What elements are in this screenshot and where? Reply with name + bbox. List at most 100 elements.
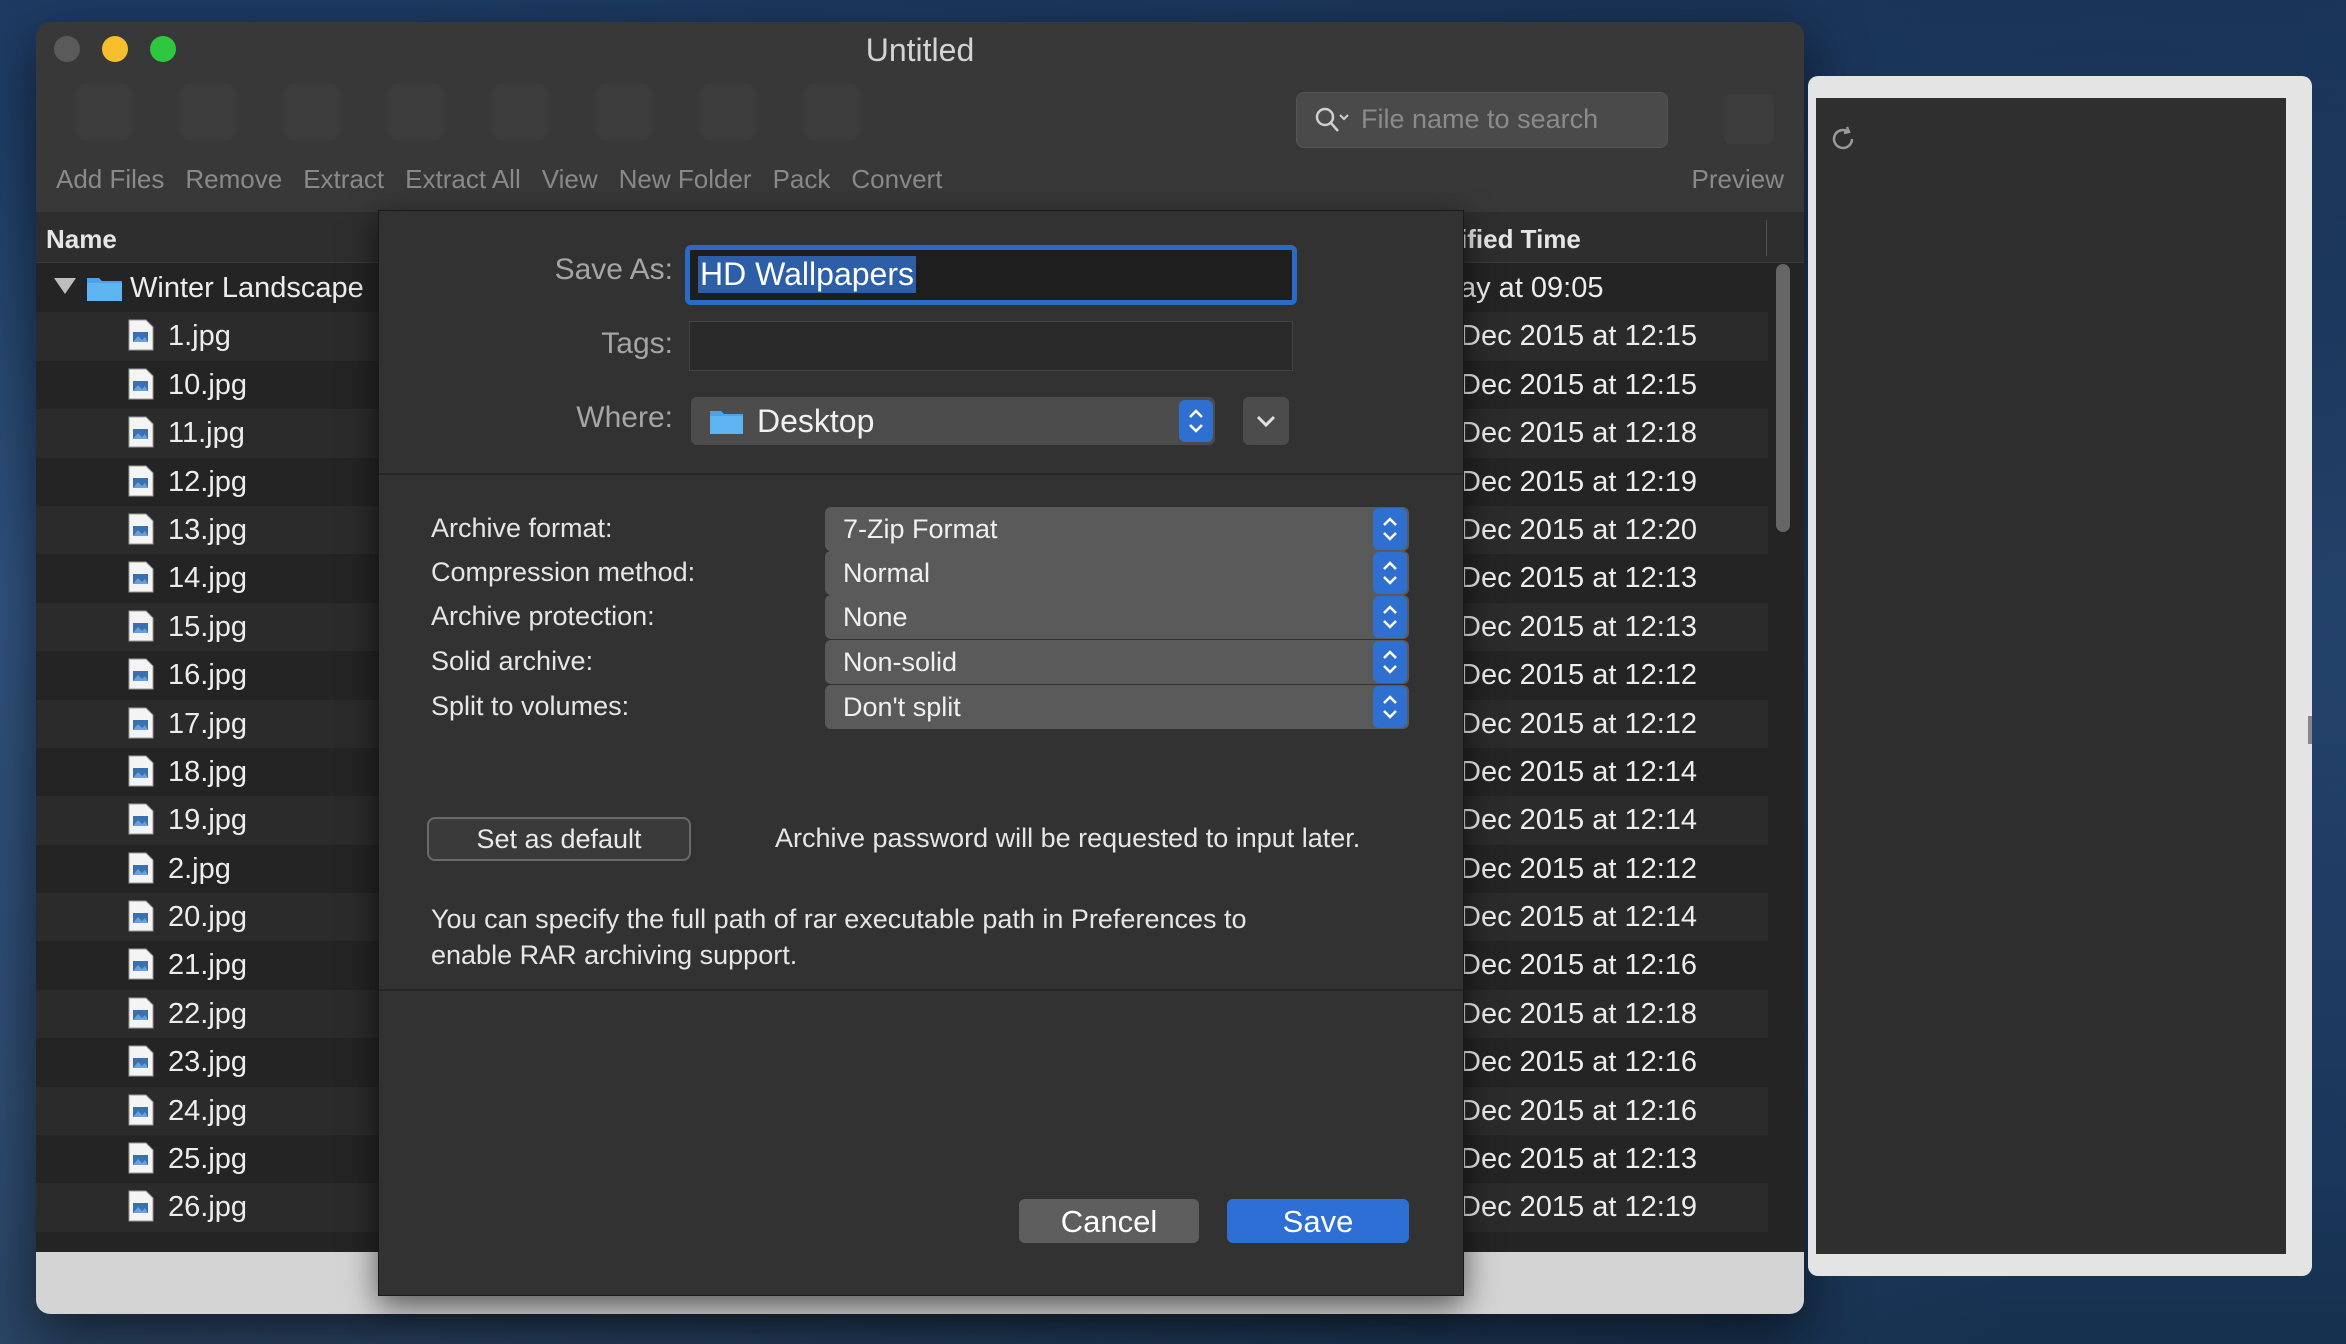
file-name: 1.jpg xyxy=(168,320,231,353)
file-date: Dec 2015 at 12:15 xyxy=(1460,320,1698,353)
chevron-down-icon xyxy=(1256,415,1276,428)
add-files-icon xyxy=(76,84,132,140)
archive-protection-popup[interactable]: None xyxy=(825,595,1409,639)
resize-handle[interactable] xyxy=(2308,716,2312,744)
search-icon xyxy=(1315,107,1349,132)
window-title: Untitled xyxy=(865,32,975,68)
file-date: Dec 2015 at 12:13 xyxy=(1460,562,1698,595)
image-file-icon xyxy=(128,948,154,980)
new-folder-icon xyxy=(596,84,652,140)
toolbar-new-folder[interactable]: New Folder xyxy=(619,164,752,195)
view-icon xyxy=(492,84,548,140)
file-date: Dec 2015 at 12:18 xyxy=(1460,417,1698,450)
image-file-icon xyxy=(128,997,154,1029)
pack-icon xyxy=(700,84,756,140)
file-name: 21.jpg xyxy=(168,949,248,982)
file-date: Dec 2015 at 12:19 xyxy=(1460,465,1698,498)
disclosure-triangle-icon[interactable] xyxy=(54,278,76,294)
split-volumes-popup[interactable]: Don't split xyxy=(825,685,1409,729)
archive-format-popup[interactable]: 7-Zip Format xyxy=(825,507,1409,551)
file-name: 18.jpg xyxy=(168,755,248,788)
remove-icon xyxy=(180,84,236,140)
split-volumes-value: Don't split xyxy=(843,692,961,722)
preview-panel xyxy=(1808,76,2312,1276)
toolbar-extract-all[interactable]: Extract All xyxy=(405,164,521,195)
column-name[interactable]: Name xyxy=(46,224,117,255)
file-date: Dec 2015 at 12:19 xyxy=(1460,1191,1698,1224)
cancel-label: Cancel xyxy=(1060,1204,1158,1239)
extract-all-icon xyxy=(388,84,444,140)
toolbar-remove[interactable]: Remove xyxy=(185,164,282,195)
image-file-icon xyxy=(128,465,154,497)
image-file-icon xyxy=(128,1094,154,1126)
image-file-icon xyxy=(128,513,154,545)
toolbar-add-files[interactable]: Add Files xyxy=(56,164,164,195)
file-name: 12.jpg xyxy=(168,465,248,498)
split-volumes-label: Split to volumes: xyxy=(431,691,630,721)
solid-archive-popup[interactable]: Non-solid xyxy=(825,640,1409,684)
image-file-icon xyxy=(128,707,154,739)
file-date: Dec 2015 at 12:14 xyxy=(1460,901,1698,934)
file-name: 11.jpg xyxy=(168,417,245,450)
password-note: Archive password will be requested to in… xyxy=(775,823,1361,853)
set-as-default-button[interactable]: Set as default xyxy=(427,817,691,861)
file-name: 20.jpg xyxy=(168,901,248,934)
file-name: 22.jpg xyxy=(168,997,248,1030)
compression-method-popup[interactable]: Normal xyxy=(825,551,1409,595)
titlebar: Untitled Add Files Remove Extract Extrac… xyxy=(36,22,1804,212)
image-file-icon xyxy=(128,416,154,448)
image-file-icon xyxy=(128,319,154,351)
file-name: 19.jpg xyxy=(168,804,248,837)
file-name: 2.jpg xyxy=(168,852,231,885)
toolbar-preview[interactable]: Preview xyxy=(1692,164,1784,195)
vertical-scrollbar[interactable] xyxy=(1776,264,1790,532)
column-modified-time[interactable]: ified Time xyxy=(1460,224,1581,255)
toolbar-view[interactable]: View xyxy=(542,164,598,195)
file-date: Dec 2015 at 12:16 xyxy=(1460,949,1698,982)
refresh-icon[interactable] xyxy=(1828,124,1858,154)
save-as-input[interactable]: HD Wallpapers xyxy=(685,245,1297,305)
toolbar-extract[interactable]: Extract xyxy=(303,164,384,195)
file-date: Dec 2015 at 12:14 xyxy=(1460,804,1698,837)
where-popup[interactable]: Desktop xyxy=(691,397,1215,445)
save-button[interactable]: Save xyxy=(1227,1199,1409,1243)
divider xyxy=(379,473,1463,475)
file-date: Dec 2015 at 12:16 xyxy=(1460,1094,1698,1127)
search-input[interactable]: File name to search xyxy=(1296,92,1668,148)
chevron-updown-icon xyxy=(1179,400,1213,442)
file-date: Dec 2015 at 12:12 xyxy=(1460,659,1698,692)
toolbar-convert[interactable]: Convert xyxy=(851,164,942,195)
chevron-updown-icon xyxy=(1373,508,1407,550)
archive-format-value: 7-Zip Format xyxy=(843,514,998,544)
image-file-icon xyxy=(128,755,154,787)
file-date: Dec 2015 at 12:20 xyxy=(1460,513,1698,546)
extract-icon xyxy=(284,84,340,140)
divider xyxy=(379,989,1463,991)
save-sheet: Save As: HD Wallpapers Tags: Where: Desk… xyxy=(378,210,1464,1296)
file-name: 24.jpg xyxy=(168,1094,248,1127)
image-file-icon xyxy=(128,610,154,642)
where-label: Where: xyxy=(576,401,673,434)
archive-protection-value: None xyxy=(843,602,908,632)
preview-area xyxy=(1816,98,2286,1254)
tags-input[interactable] xyxy=(689,321,1293,371)
solid-archive-label: Solid archive: xyxy=(431,646,594,676)
expand-dialog-button[interactable] xyxy=(1243,397,1289,445)
folder-name: Winter Landscape xyxy=(130,272,364,304)
chevron-updown-icon xyxy=(1373,641,1407,683)
image-file-icon xyxy=(128,900,154,932)
file-date: Dec 2015 at 12:12 xyxy=(1460,707,1698,740)
toolbar-pack[interactable]: Pack xyxy=(773,164,831,195)
image-file-icon xyxy=(128,852,154,884)
search-placeholder: File name to search xyxy=(1361,104,1599,134)
save-as-label: Save As: xyxy=(554,253,673,286)
column-separator xyxy=(1766,220,1767,256)
image-file-icon xyxy=(128,803,154,835)
archive-format-label: Archive format: xyxy=(431,513,613,543)
save-label: Save xyxy=(1282,1204,1354,1239)
cancel-button[interactable]: Cancel xyxy=(1019,1199,1199,1243)
image-file-icon xyxy=(128,658,154,690)
file-name: 25.jpg xyxy=(168,1143,248,1176)
compression-method-value: Normal xyxy=(843,558,931,588)
file-name: 16.jpg xyxy=(168,659,248,692)
